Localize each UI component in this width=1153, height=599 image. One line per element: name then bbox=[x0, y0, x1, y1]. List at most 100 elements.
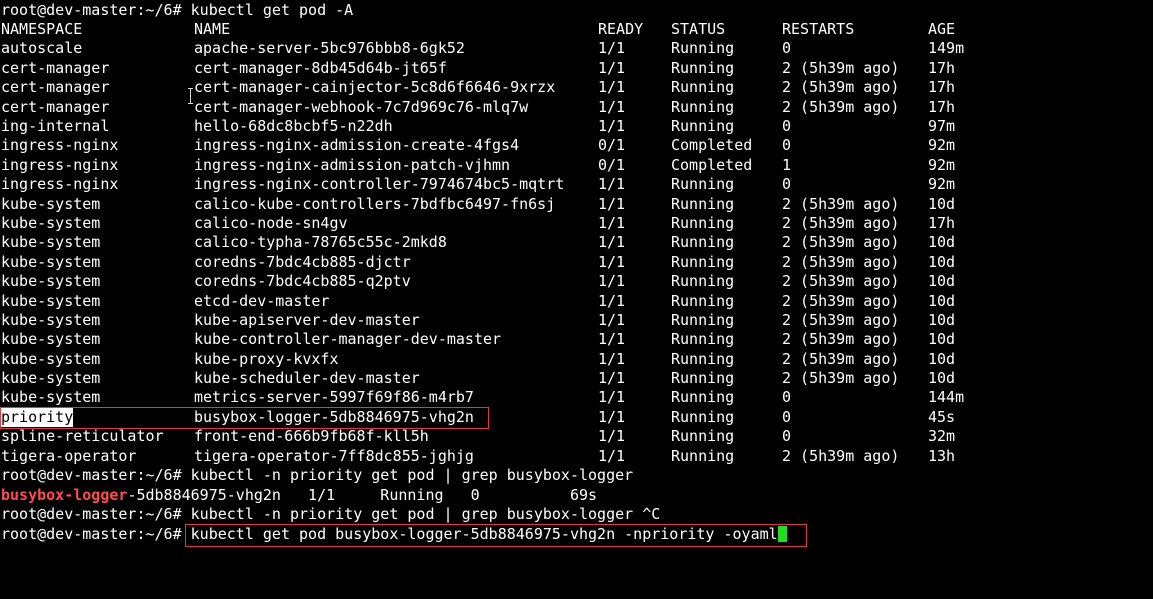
cell-name: coredns-7bdc4cb885-q2ptv bbox=[194, 272, 411, 290]
table-header: NAMESPACE NAME READY STATUS RESTARTS AGE bbox=[1, 20, 955, 39]
header-namespace: NAMESPACE bbox=[1, 20, 83, 38]
shell-prompt: root@dev-master:~/6# bbox=[1, 466, 182, 484]
cell-ready: 1/1 bbox=[598, 253, 626, 271]
cell-ready: 1/1 bbox=[598, 447, 626, 465]
cell-restarts: 2 (5h39m ago) bbox=[782, 78, 900, 96]
cell-name: calico-typha-78765c55c-2mkd8 bbox=[194, 233, 447, 251]
cell-restarts: 0 bbox=[782, 175, 792, 193]
table-row: cert-manager cert-manager-webhook-7c7d96… bbox=[1, 98, 955, 117]
cell-name: calico-kube-controllers-7bdfbc6497-fn6sj bbox=[194, 195, 556, 213]
cell-status: Running bbox=[671, 78, 735, 96]
shell-prompt: root@dev-master:~/6# bbox=[1, 1, 182, 19]
cell-status: Running bbox=[671, 408, 735, 426]
table-row: kube-system metrics-server-5997f69f86-m4… bbox=[1, 388, 964, 407]
cell-restarts: 2 (5h39m ago) bbox=[782, 447, 900, 465]
cell-restarts: 2 (5h39m ago) bbox=[782, 98, 900, 116]
cell-status: Running bbox=[671, 233, 735, 251]
cell-status: Completed bbox=[671, 156, 753, 174]
shell-prompt: root@dev-master:~/6# bbox=[1, 505, 182, 523]
cell-age: 10d bbox=[928, 330, 956, 348]
cell-age: 17h bbox=[928, 214, 956, 232]
cell-name: calico-node-sn4gv bbox=[194, 214, 348, 232]
cell-name: metrics-server-5997f69f86-m4rb7 bbox=[194, 388, 474, 406]
cell-namespace: tigera-operator bbox=[1, 447, 137, 465]
cell-name: kube-controller-manager-dev-master bbox=[194, 330, 502, 348]
cell-age: 10d bbox=[928, 233, 956, 251]
cell-age: 45s bbox=[928, 408, 956, 426]
table-row: kube-system calico-kube-controllers-7bdf… bbox=[1, 195, 955, 214]
table-row: kube-system coredns-7bdc4cb885-q2ptv 1/1… bbox=[1, 272, 955, 291]
cell-namespace: kube-system bbox=[1, 253, 101, 271]
table-row: kube-system kube-proxy-kvxfx 1/1 Running… bbox=[1, 350, 955, 369]
header-age: AGE bbox=[928, 20, 956, 38]
cell-status: Running bbox=[671, 253, 735, 271]
cell-name: cert-manager-cainjector-5c8d6f6646-9xrzx bbox=[194, 78, 556, 96]
cell-namespace: kube-system bbox=[1, 388, 101, 406]
cell-ready: 1/1 bbox=[598, 311, 626, 329]
command-line-grep: root@dev-master:~/6# kubectl -n priority… bbox=[1, 466, 633, 485]
cell-status: Running bbox=[671, 369, 735, 387]
table-row: autoscale apache-server-5bc976bbb8-6gk52… bbox=[1, 39, 964, 58]
cell-restarts: 2 (5h39m ago) bbox=[782, 272, 900, 290]
cell-status: Running bbox=[671, 98, 735, 116]
priority-row-highlight-box bbox=[0, 407, 489, 429]
cell-ready: 1/1 bbox=[598, 117, 626, 135]
cell-namespace: spline-reticulator bbox=[1, 427, 164, 445]
cell-restarts: 2 (5h39m ago) bbox=[782, 350, 900, 368]
cell-restarts: 2 (5h39m ago) bbox=[782, 253, 900, 271]
cell-name: ingress-nginx-controller-7974674bc5-mqtr… bbox=[194, 175, 565, 193]
cell-age: 17h bbox=[928, 78, 956, 96]
cell-age: 17h bbox=[928, 59, 956, 77]
cell-ready: 1/1 bbox=[598, 292, 626, 310]
cell-status: Running bbox=[671, 311, 735, 329]
cell-age: 10d bbox=[928, 350, 956, 368]
cell-status: Running bbox=[671, 195, 735, 213]
cell-age: 10d bbox=[928, 292, 956, 310]
cell-ready: 1/1 bbox=[598, 272, 626, 290]
cell-namespace: autoscale bbox=[1, 39, 83, 57]
cell-name: kube-apiserver-dev-master bbox=[194, 311, 420, 329]
cell-namespace: ingress-nginx bbox=[1, 136, 119, 154]
cell-ready: 1/1 bbox=[598, 78, 626, 96]
table-row: ingress-nginx ingress-nginx-admission-pa… bbox=[1, 156, 955, 175]
cell-age: 10d bbox=[928, 369, 956, 387]
cell-age: 92m bbox=[928, 175, 956, 193]
table-row: ingress-nginx ingress-nginx-controller-7… bbox=[1, 175, 955, 194]
cell-name: hello-68dc8bcbf5-n22dh bbox=[194, 117, 393, 135]
cell-namespace: cert-manager bbox=[1, 59, 110, 77]
header-ready: READY bbox=[598, 20, 644, 38]
cell-status: Running bbox=[671, 59, 735, 77]
cell-ready: 1/1 bbox=[598, 175, 626, 193]
cell-status: Completed bbox=[671, 136, 753, 154]
cell-restarts: 0 bbox=[782, 39, 792, 57]
cell-restarts: 0 bbox=[782, 408, 792, 426]
cell-age: 92m bbox=[928, 136, 956, 154]
cell-name: apache-server-5bc976bbb8-6gk52 bbox=[194, 39, 465, 57]
cell-ready: 1/1 bbox=[598, 369, 626, 387]
cell-namespace: ingress-nginx bbox=[1, 175, 119, 193]
command-line-grep-interrupted: root@dev-master:~/6# kubectl -n priority… bbox=[1, 505, 660, 524]
cell-name: tigera-operator-7ff8dc855-jghjg bbox=[194, 447, 474, 465]
cell-age: 32m bbox=[928, 427, 956, 445]
table-row: ing-internal hello-68dc8bcbf5-n22dh 1/1 … bbox=[1, 117, 955, 136]
cell-status: Running bbox=[671, 388, 735, 406]
cell-namespace: ingress-nginx bbox=[1, 156, 119, 174]
cell-restarts: 2 (5h39m ago) bbox=[782, 214, 900, 232]
cell-restarts: 2 (5h39m ago) bbox=[782, 311, 900, 329]
cell-name: cert-manager-webhook-7c7d969c76-mlq7w bbox=[194, 98, 529, 116]
cell-name: coredns-7bdc4cb885-djctr bbox=[194, 253, 411, 271]
table-row: kube-system etcd-dev-master 1/1 Running … bbox=[1, 292, 955, 311]
cell-age: 13h bbox=[928, 447, 956, 465]
cell-restarts: 0 bbox=[782, 388, 792, 406]
cell-age: 10d bbox=[928, 195, 956, 213]
cell-age: 10d bbox=[928, 253, 956, 271]
cell-status: Running bbox=[671, 214, 735, 232]
cell-ready: 1/1 bbox=[598, 408, 626, 426]
terminal-window[interactable]: root@dev-master:~/6# kubectl get pod -A … bbox=[0, 0, 1153, 554]
cell-namespace: kube-system bbox=[1, 350, 101, 368]
cell-restarts: 2 (5h39m ago) bbox=[782, 330, 900, 348]
table-row: kube-system kube-scheduler-dev-master 1/… bbox=[1, 369, 955, 388]
command-text: kubectl get pod -A bbox=[190, 1, 354, 19]
cell-namespace: kube-system bbox=[1, 369, 101, 387]
header-name: NAME bbox=[194, 20, 231, 38]
